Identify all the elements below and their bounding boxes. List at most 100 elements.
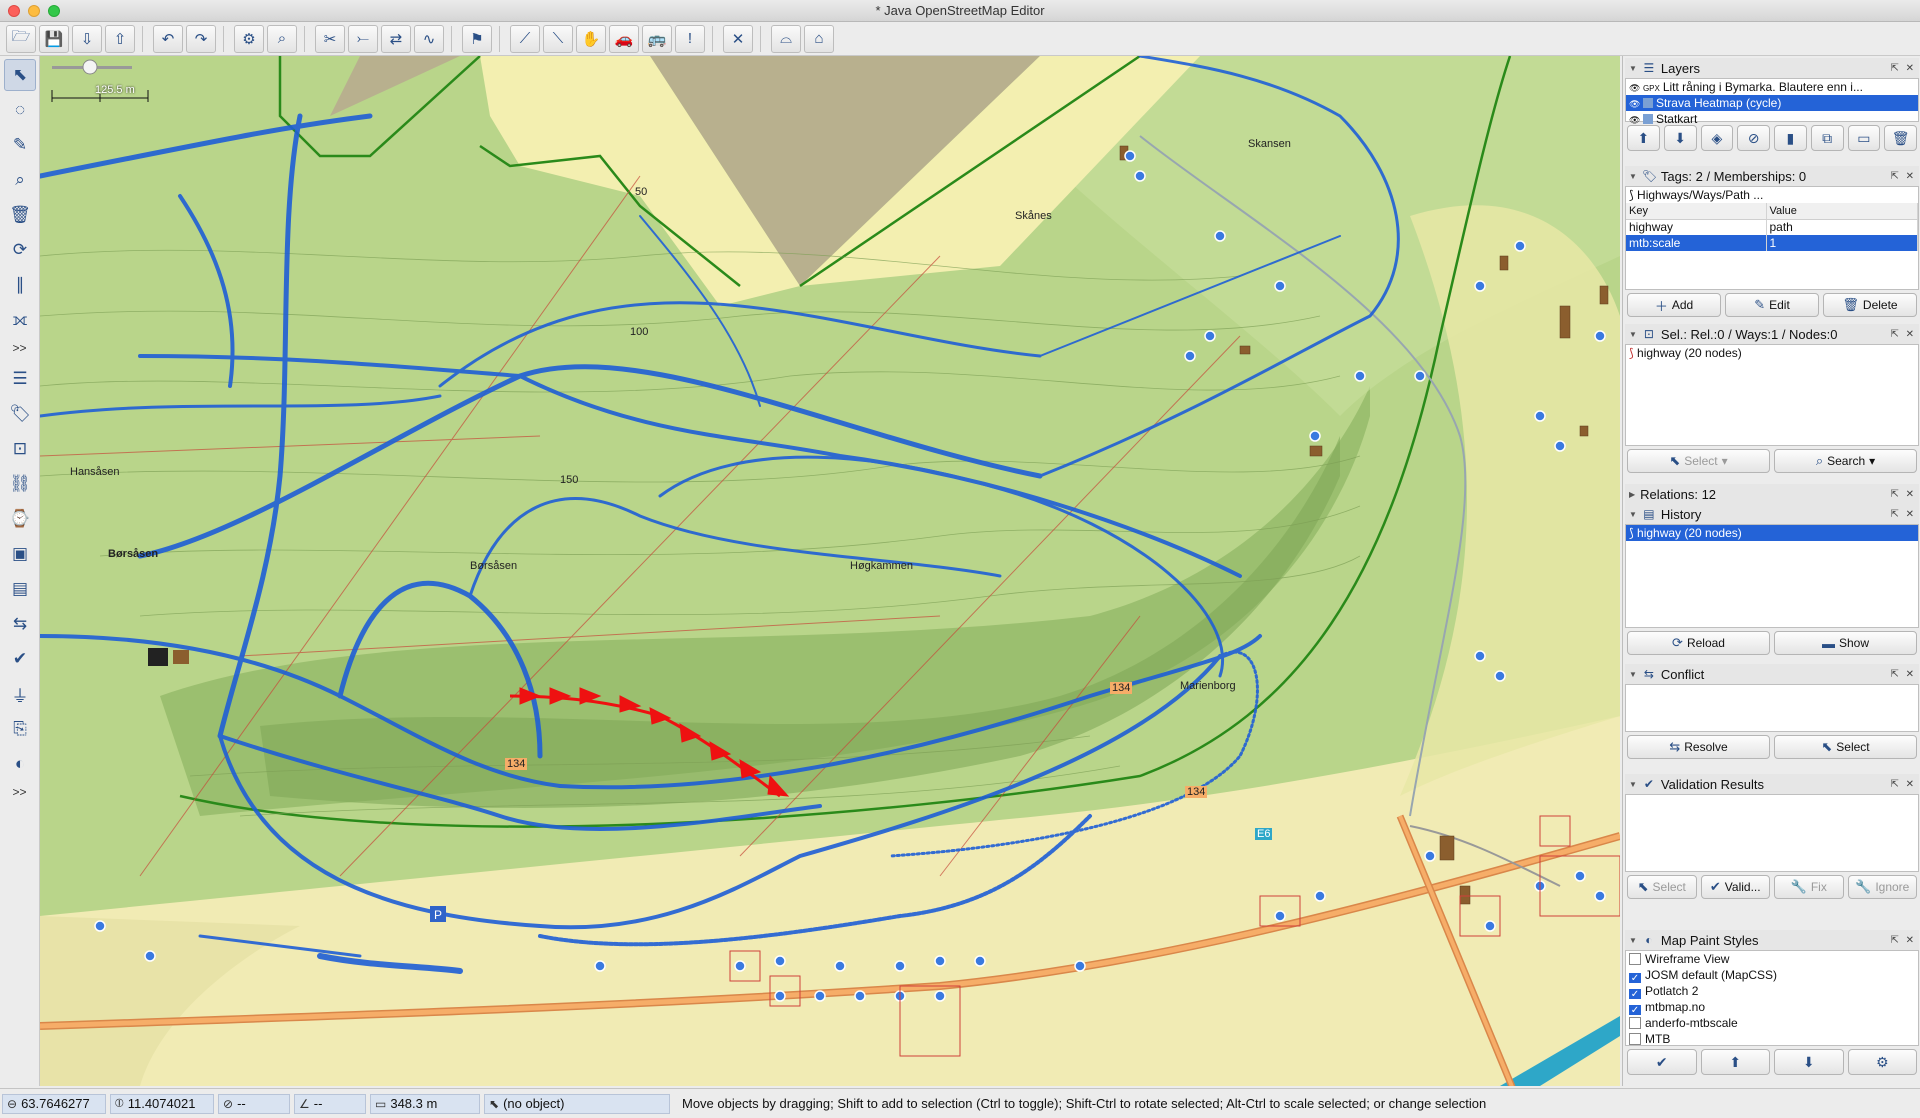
style-checkbox[interactable]: ✓ <box>1629 989 1641 999</box>
edit-tag-button[interactable]: ✎ Edit <box>1725 293 1819 317</box>
validation-select-button[interactable]: ⬉ Select <box>1627 875 1697 899</box>
minimap-toggle-icon[interactable]: ▣ <box>4 538 36 570</box>
history-item[interactable]: ⟆ highway (20 nodes) <box>1626 525 1918 541</box>
relations-header[interactable]: ▶ Relations: 12 ⇱ ✕ <box>1625 484 1919 504</box>
history-toggle-icon[interactable]: ⌚ <box>4 503 36 535</box>
combine-way-button[interactable]: ⤚ <box>348 24 378 53</box>
delete-tag-button[interactable]: 🗑 Delete <box>1823 293 1917 317</box>
fix-button[interactable]: 🔧 Fix <box>1774 875 1844 899</box>
download-button[interactable]: ⇩ <box>72 24 102 53</box>
style-preferences-icon[interactable]: ⚙ <box>1847 1049 1917 1075</box>
opacity-icon[interactable]: ▮ <box>1774 125 1807 151</box>
simplify-way-button[interactable]: ∿ <box>414 24 444 53</box>
improve-way-tool-icon[interactable]: ⟳ <box>4 234 36 266</box>
style-item[interactable]: ✓ Potlatch 2 <box>1626 983 1918 999</box>
map-paint-styles-header[interactable]: ▼ ◐ Map Paint Styles ⇱ ✕ <box>1625 930 1919 950</box>
collapse-icon[interactable]: ▼ <box>1629 510 1637 519</box>
value-column-header[interactable]: Value <box>1766 203 1918 220</box>
layer-item[interactable]: 👁 GPX Litt råning i Bymarka. Blautere enn… <box>1626 79 1918 95</box>
selection-item[interactable]: ⟆ highway (20 nodes) <box>1626 345 1918 361</box>
add-tag-button[interactable]: ＋ Add <box>1627 293 1721 317</box>
resolve-button[interactable]: ⇆ Resolve <box>1627 735 1770 759</box>
reverse-way-button[interactable]: ⇄ <box>381 24 411 53</box>
preset-crossing-button[interactable]: ✕ <box>723 24 753 53</box>
map-canvas[interactable]: P <box>40 56 1620 1086</box>
preset-track-button[interactable]: ⟋ <box>510 24 540 53</box>
preset-hand-button[interactable]: ✋ <box>576 24 606 53</box>
undo-button[interactable]: ↶ <box>153 24 183 53</box>
activate-layer-icon[interactable]: ◈ <box>1700 125 1734 151</box>
imagery-toggle-icon[interactable]: ▤ <box>4 573 36 605</box>
eye-icon[interactable]: 👁 <box>1629 115 1643 125</box>
style-item[interactable]: Wireframe View <box>1626 951 1918 967</box>
tag-value[interactable]: path <box>1766 219 1918 235</box>
select-tool-icon[interactable]: ⬉ <box>4 59 36 91</box>
preferences-button[interactable]: ⚙ <box>234 24 264 53</box>
tags-toggle-icon[interactable]: 🏷 <box>4 398 36 430</box>
history-list[interactable]: ⟆ highway (20 nodes) <box>1625 524 1919 628</box>
split-way-button[interactable]: ✂ <box>315 24 345 53</box>
parallel-way-tool-icon[interactable]: ∥ <box>4 269 36 301</box>
search-button[interactable]: ⌕ Search ▾ <box>1774 449 1917 473</box>
preset-warning-button[interactable]: ! <box>675 24 705 53</box>
layer-item[interactable]: 👁 imgStrava Heatmap (cycle) <box>1626 95 1918 111</box>
style-up-icon[interactable]: ⬆ <box>1700 1049 1770 1075</box>
zoom-tool-icon[interactable]: ⌕ <box>4 164 36 196</box>
validate-button[interactable]: ✔ Valid... <box>1700 875 1770 899</box>
tag-key[interactable]: highway <box>1626 219 1767 235</box>
tag-key[interactable]: mtb:scale <box>1626 235 1767 251</box>
preset-path-button[interactable]: ⟍ <box>543 24 573 53</box>
preset-building-button[interactable]: ⌂ <box>804 24 834 53</box>
draw-tool-icon[interactable]: ✎ <box>4 129 36 161</box>
delete-tool-icon[interactable]: 🗑 <box>4 199 36 231</box>
collapse-icon[interactable]: ▼ <box>1629 780 1637 789</box>
selection-toggle-icon[interactable]: ⊡ <box>4 433 36 465</box>
expand-icon[interactable]: ▶ <box>1629 490 1635 499</box>
collapse-icon[interactable]: ▼ <box>1629 64 1637 73</box>
save-button[interactable]: 💾 <box>39 24 69 53</box>
layers-header[interactable]: ▼ ☰ Layers ⇱ ✕ <box>1625 58 1919 78</box>
style-checkbox[interactable] <box>1629 1017 1641 1029</box>
key-column-header[interactable]: Key <box>1626 203 1767 220</box>
tag-table[interactable]: Key Value highway path mtb:scale 1 <box>1626 203 1918 251</box>
delete-layer-icon[interactable]: 🗑 <box>1884 125 1917 151</box>
reload-button[interactable]: ⟳ Reload <box>1627 631 1770 655</box>
panel-controls-icon[interactable]: ⇱ ✕ <box>1890 669 1919 680</box>
mapstyle-toggle-icon[interactable]: ◐ <box>4 748 36 780</box>
ignore-button[interactable]: 🔧 Ignore <box>1847 875 1917 899</box>
validation-list[interactable] <box>1625 794 1919 872</box>
validation-header[interactable]: ▼ ✔ Validation Results ⇱ ✕ <box>1625 774 1919 794</box>
preset-car-button[interactable]: 🚗 <box>609 24 639 53</box>
show-history-button[interactable]: ▬ Show <box>1774 631 1917 655</box>
move-down-icon[interactable]: ⬇ <box>1663 125 1697 151</box>
panel-controls-icon[interactable]: ⇱ ✕ <box>1890 509 1919 520</box>
style-item[interactable]: ✓ JOSM default (MapCSS) <box>1626 967 1918 983</box>
conflict-select-button[interactable]: ⬉ Select <box>1774 735 1917 759</box>
collapse-icon[interactable]: ▼ <box>1629 670 1637 679</box>
selection-list[interactable]: ⟆ highway (20 nodes) <box>1625 344 1919 446</box>
tag-value[interactable]: 1 <box>1766 235 1918 251</box>
panel-controls-icon[interactable]: ⇱ ✕ <box>1890 63 1919 74</box>
redo-button[interactable]: ↷ <box>186 24 216 53</box>
layers-toggle-icon[interactable]: ☰ <box>4 363 36 395</box>
history-header[interactable]: ▼ ▤ History ⇱ ✕ <box>1625 504 1919 524</box>
preset-bus-button[interactable]: 🚌 <box>642 24 672 53</box>
style-checkbox[interactable]: ✓ <box>1629 973 1641 983</box>
style-item[interactable]: ✓ mtbmap.no <box>1626 999 1918 1015</box>
select-button[interactable]: ⬉ Select ▾ <box>1627 449 1770 473</box>
eye-icon[interactable]: 👁 <box>1629 99 1643 109</box>
selection-header[interactable]: ▼ ⊡ Sel.: Rel.:0 / Ways:1 / Nodes:0 ⇱ ✕ <box>1625 324 1919 344</box>
minimize-window-button[interactable] <box>28 5 40 17</box>
panel-controls-icon[interactable]: ⇱ ✕ <box>1890 489 1919 500</box>
latitude-field[interactable]: ⊖ 63.7646277 <box>2 1093 106 1114</box>
duplicate-layer-icon[interactable]: ▭ <box>1847 125 1881 151</box>
style-checkbox[interactable]: ✓ <box>1629 1005 1641 1015</box>
layers-list[interactable]: 👁 GPX Litt råning i Bymarka. Blautere enn… <box>1625 78 1919 126</box>
longitude-field[interactable]: ⦶ 11.4074021 <box>110 1093 214 1114</box>
panel-controls-icon[interactable]: ⇱ ✕ <box>1890 935 1919 946</box>
preset-highway-button[interactable]: ⚑ <box>462 24 492 53</box>
preset-link[interactable]: ⟆ Highways/Ways/Path ... <box>1626 187 1918 203</box>
style-checkbox[interactable] <box>1629 1033 1641 1045</box>
collapse-icon[interactable]: ▼ <box>1629 936 1637 945</box>
panel-controls-icon[interactable]: ⇱ ✕ <box>1890 779 1919 790</box>
